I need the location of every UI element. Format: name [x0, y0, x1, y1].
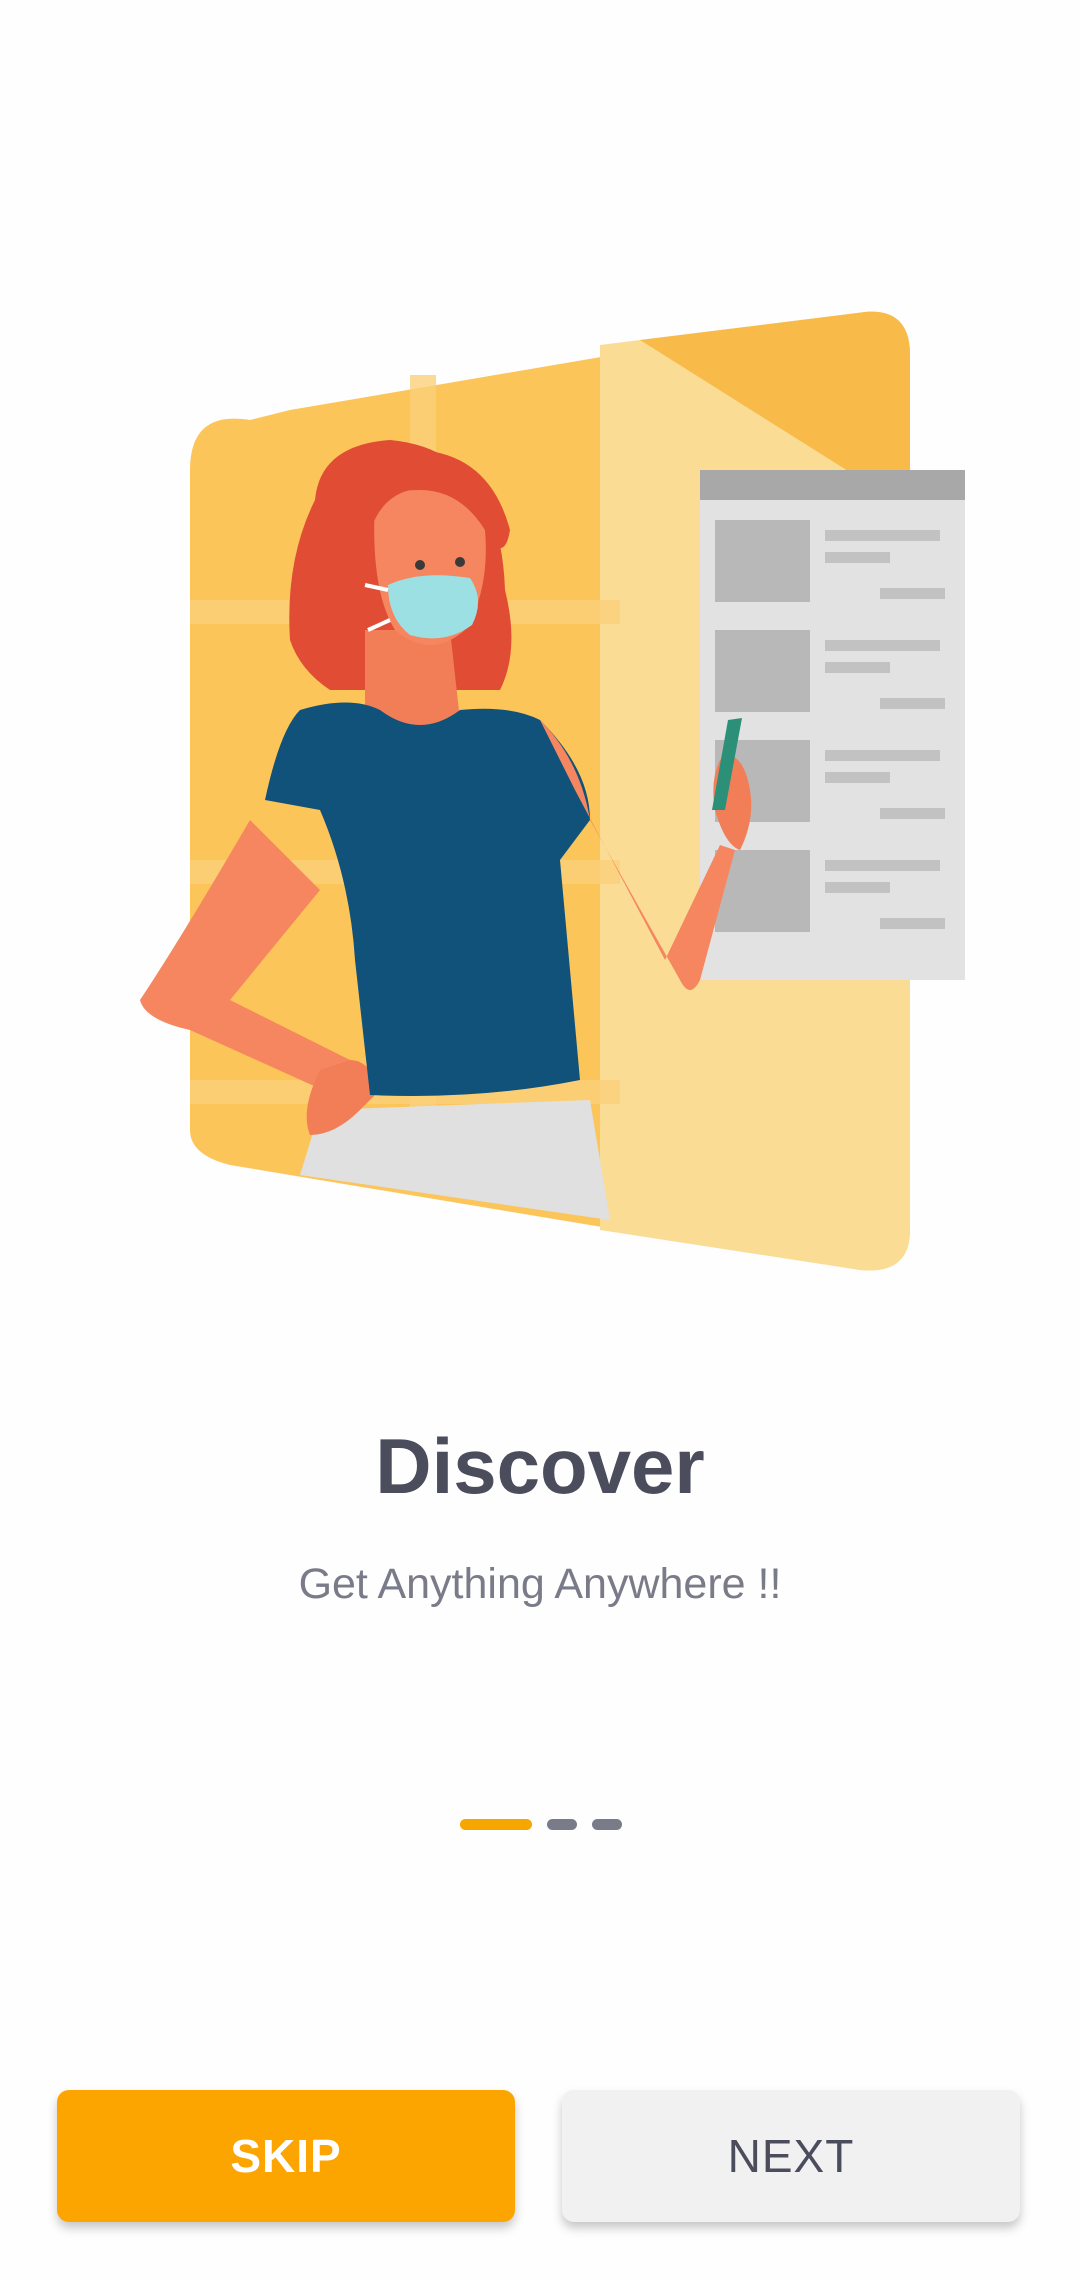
page-indicator-dot	[547, 1819, 577, 1830]
next-button[interactable]: NEXT	[562, 2090, 1020, 2222]
onboarding-title: Discover	[375, 1422, 705, 1510]
onboarding-screen: Discover Get Anything Anywhere !! SKIP N…	[0, 0, 1080, 2280]
skip-button[interactable]: SKIP	[57, 2090, 515, 2222]
onboarding-illustration	[140, 311, 965, 1271]
onboarding-subtitle: Get Anything Anywhere !!	[298, 1560, 782, 1608]
page-indicator	[460, 1819, 622, 1831]
page-indicator-dot	[592, 1819, 622, 1830]
page-indicator-dot-active	[460, 1819, 532, 1830]
